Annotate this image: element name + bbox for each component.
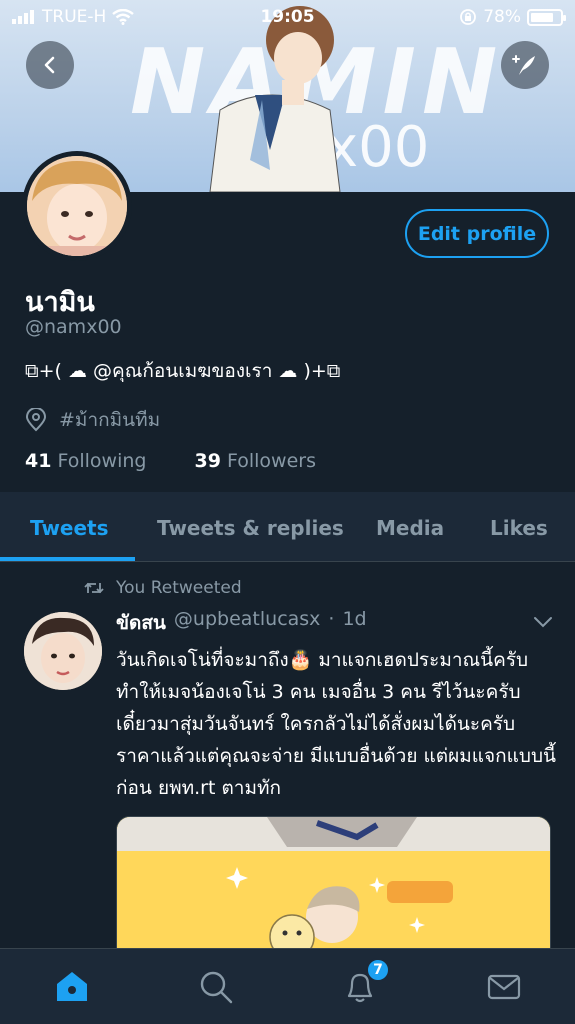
home-icon — [57, 972, 87, 1001]
tweet-author-name[interactable]: ขัดสน — [116, 608, 166, 638]
tab-tweets[interactable]: Tweets — [30, 516, 109, 540]
profile-handle: @namx00 — [25, 316, 122, 338]
location-pin-icon — [25, 408, 47, 432]
tweet-separator: · — [328, 608, 335, 630]
nav-home[interactable] — [52, 967, 92, 1007]
tweet-menu-button[interactable] — [533, 614, 553, 633]
retweet-context: You Retweeted — [84, 578, 242, 598]
tab-tweets-replies[interactable]: Tweets & replies — [157, 516, 344, 540]
following-link[interactable]: 41 Following — [25, 450, 146, 472]
tweet-media-image[interactable] — [116, 816, 551, 961]
profile-avatar[interactable] — [22, 151, 132, 261]
tweet-avatar-image — [24, 612, 102, 690]
followers-label: Followers — [226, 450, 316, 472]
profile-tabs: Tweets Tweets & replies Media Likes — [0, 492, 575, 562]
tweet-text: วันเกิดเจโน่ที่จะมาถึง🎂 มาแจกเฮดประมาณนี… — [116, 649, 556, 799]
battery-icon — [527, 8, 566, 26]
retweet-label: You Retweeted — [116, 578, 242, 598]
chevron-down-icon — [534, 617, 552, 628]
back-button[interactable] — [26, 41, 74, 89]
nav-search[interactable] — [196, 967, 236, 1007]
following-count: 41 — [25, 450, 52, 472]
mail-icon — [487, 974, 521, 1000]
profile-bio: ⧉+( ☁ @คุณก้อนเมฆของเรา ☁ )+⧉ — [25, 360, 341, 382]
status-bar: TRUE-H 19:05 78% — [0, 0, 575, 34]
tweet-media-illustration — [117, 817, 550, 960]
edit-profile-button[interactable]: Edit profile — [405, 209, 549, 258]
tab-media[interactable]: Media — [376, 516, 444, 540]
nav-messages[interactable] — [484, 967, 524, 1007]
notifications-badge: 7 — [366, 958, 390, 982]
tweet-header: ขัดสน @upbeatlucasx · 1d — [116, 608, 367, 638]
active-tab-indicator — [0, 557, 135, 561]
following-label: Following — [57, 450, 147, 472]
follow-stats: 41 Following 39 Followers — [25, 450, 316, 472]
search-icon — [200, 971, 233, 1004]
followers-link[interactable]: 39 Followers — [194, 450, 316, 472]
bottom-tab-bar — [0, 948, 575, 1024]
location-text[interactable]: #ม้ากมินทีม — [59, 405, 160, 435]
avatar-image — [27, 156, 127, 256]
tab-likes[interactable]: Likes — [490, 516, 548, 540]
chevron-left-icon — [44, 56, 55, 74]
profile-location: #ม้ากมินทีม — [25, 405, 160, 435]
tweet-time[interactable]: 1d — [342, 608, 366, 638]
retweet-icon — [84, 582, 104, 594]
followers-count: 39 — [194, 450, 221, 472]
compose-tweet-button[interactable] — [501, 41, 549, 89]
clock: 19:05 — [260, 7, 315, 27]
battery-fill — [531, 12, 553, 22]
compose-feather-icon — [512, 55, 535, 75]
tweet-author-handle[interactable]: @upbeatlucasx — [174, 608, 321, 638]
tweet-author-avatar[interactable] — [24, 612, 102, 690]
